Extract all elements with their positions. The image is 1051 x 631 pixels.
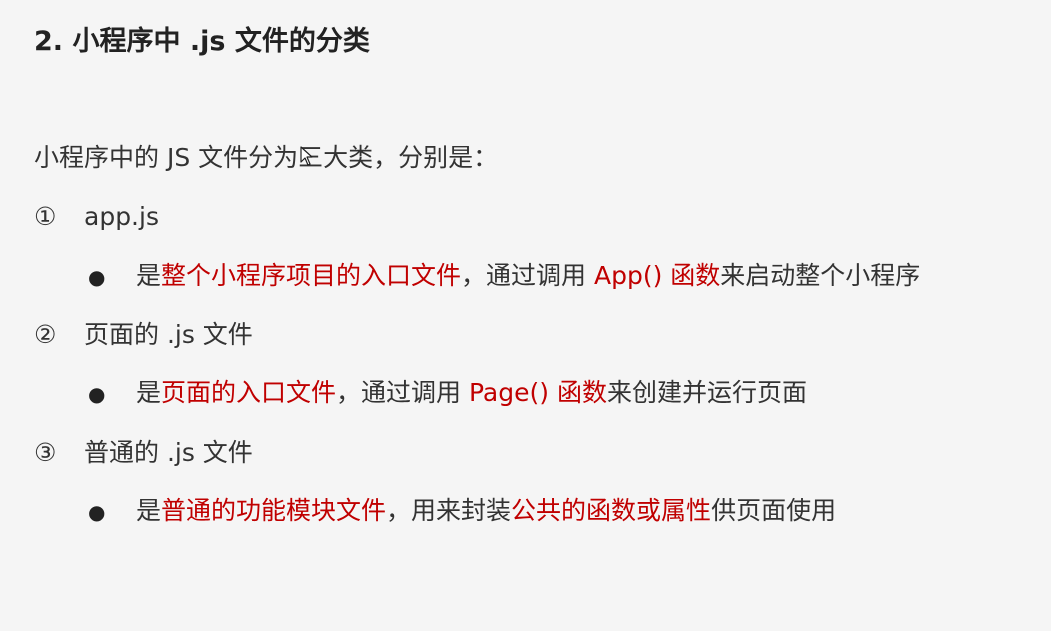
desc-text: 供页面使用 [711,496,837,525]
sub-item-text: 是普通的功能模块文件，用来封装公共的函数或属性供页面使用 [136,496,836,525]
sub-item-page-js: ● 是页面的入口文件，通过调用 Page() 函数来创建并运行页面 [88,373,807,414]
desc-text: 来创建并运行页面 [606,378,807,407]
item-number: ③ [34,438,57,467]
desc-text: 是 [136,378,162,407]
mouse-cursor-icon [300,146,313,166]
highlight-text: 普通的功能模块文件 [161,496,387,525]
highlight-text: 整个小程序项目的入口文件 [161,261,462,290]
bullet-icon: ● [88,500,106,524]
item-label: 页面的 .js 文件 [84,320,253,349]
page-title: 2. 小程序中 .js 文件的分类 [34,26,370,57]
slide: 2. 小程序中 .js 文件的分类 小程序中的 JS 文件分为三大类，分别是： … [0,0,1051,631]
desc-text: ，通过调用 [336,378,469,407]
highlight-text: 页面的入口文件 [161,378,337,407]
list-item-app-js: ① app.js [34,197,159,237]
list-item-common-js: ③ 普通的 .js 文件 [34,433,253,473]
item-number: ① [34,202,57,231]
desc-text: 是 [136,496,162,525]
item-label: 普通的 .js 文件 [84,438,253,467]
bullet-icon: ● [88,265,106,289]
list-item-page-js: ② 页面的 .js 文件 [34,315,253,355]
desc-text: 是 [136,261,162,290]
item-label: app.js [84,202,159,231]
sub-item-common-js: ● 是普通的功能模块文件，用来封装公共的函数或属性供页面使用 [88,491,836,532]
intro-text: 小程序中的 JS 文件分为三大类，分别是： [34,143,499,172]
bullet-icon: ● [88,382,106,406]
highlight-text: 公共的函数或属性 [511,496,712,525]
sub-item-text: 是页面的入口文件，通过调用 Page() 函数来创建并运行页面 [136,378,807,407]
desc-text: ，通过调用 [461,261,594,290]
desc-text: ，用来封装 [386,496,512,525]
desc-text: 来启动整个小程序 [720,261,921,290]
sub-item-text: 是整个小程序项目的入口文件，通过调用 App() 函数来启动整个小程序 [136,261,920,290]
sub-item-app-js: ● 是整个小程序项目的入口文件，通过调用 App() 函数来启动整个小程序 [88,256,920,297]
item-number: ② [34,320,57,349]
highlight-text: App() 函数 [593,261,721,290]
highlight-text: Page() 函数 [468,378,607,407]
